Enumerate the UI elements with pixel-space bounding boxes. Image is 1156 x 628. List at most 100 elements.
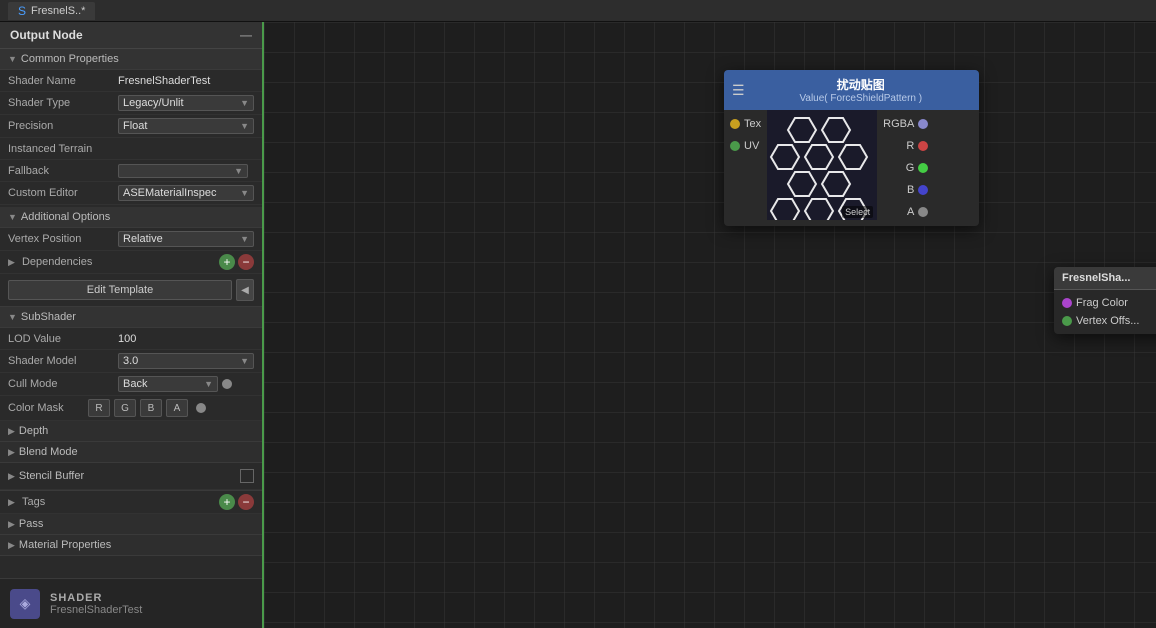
add-tag-button[interactable]: + xyxy=(219,494,235,510)
vertex-position-dropdown[interactable]: Relative ▼ xyxy=(118,231,254,247)
fallback-arrow: ▼ xyxy=(234,166,243,176)
stencil-buffer-checkbox[interactable] xyxy=(240,469,254,483)
depth-label: Depth xyxy=(19,425,48,437)
a-port-dot[interactable] xyxy=(918,207,928,217)
tags-label: ▶ Tags xyxy=(8,496,219,508)
stencil-buffer-label: Stencil Buffer xyxy=(19,470,84,482)
custom-editor-arrow: ▼ xyxy=(240,188,249,198)
texture-node-header: ☰ 扰动贴图 Value( ForceShieldPattern ) xyxy=(724,70,979,110)
tags-text: Tags xyxy=(22,496,45,508)
stencil-buffer-header[interactable]: ▶ Stencil Buffer xyxy=(8,466,240,486)
cull-mode-dropdown[interactable]: Back ▼ xyxy=(118,376,218,392)
r-port-dot[interactable] xyxy=(918,141,928,151)
vertex-position-arrow: ▼ xyxy=(240,234,249,244)
precision-dropdown[interactable]: Float ▼ xyxy=(118,118,254,134)
tags-row: ▶ Tags + − xyxy=(0,491,262,514)
fresnel-node-title: FresnelSha... xyxy=(1062,272,1130,284)
precision-label: Precision xyxy=(8,120,118,132)
dependencies-row: ▶ Dependencies + − xyxy=(0,251,262,274)
material-properties-label: Material Properties xyxy=(19,539,111,551)
remove-tag-button[interactable]: − xyxy=(238,494,254,510)
a-port-row: A xyxy=(901,204,934,220)
color-mask-b-button[interactable]: B xyxy=(140,399,162,417)
stencil-buffer-section: ▶ Stencil Buffer xyxy=(0,463,262,491)
vertex-position-value: Relative xyxy=(123,233,163,245)
cull-mode-row: Cull Mode Back ▼ xyxy=(0,373,262,396)
rgba-port-dot[interactable] xyxy=(918,119,928,129)
shader-type-row: Shader Type Legacy/Unlit ▼ xyxy=(0,92,262,115)
output-node-title: Output Node xyxy=(10,28,83,42)
color-mask-r-button[interactable]: R xyxy=(88,399,110,417)
shader-name-label: Shader Name xyxy=(8,75,118,87)
lod-value-row: LOD Value 100 xyxy=(0,328,262,350)
g-port-row: G xyxy=(900,160,935,176)
edit-template-arrow-button[interactable]: ◀ xyxy=(236,279,254,301)
rgba-port-label: RGBA xyxy=(883,118,914,130)
shader-type-label: Shader Type xyxy=(8,97,118,109)
color-mask-dot[interactable] xyxy=(196,403,206,413)
output-node-header: Output Node — xyxy=(0,22,262,49)
shader-model-arrow: ▼ xyxy=(240,356,249,366)
custom-editor-value: ASEMaterialInspec xyxy=(123,187,217,199)
cull-mode-dot[interactable] xyxy=(222,379,232,389)
left-panel: Output Node — ▼ Common Properties Shader… xyxy=(0,22,264,628)
b-port-dot[interactable] xyxy=(918,185,928,195)
dependencies-text: Dependencies xyxy=(22,256,92,268)
shader-name-row: Shader Name FresnelShaderTest xyxy=(0,70,262,92)
tex-port-dot[interactable] xyxy=(730,119,740,129)
blend-mode-header[interactable]: ▶ Blend Mode xyxy=(0,442,262,462)
shader-type-dropdown[interactable]: Legacy/Unlit ▼ xyxy=(118,95,254,111)
g-port-dot[interactable] xyxy=(918,163,928,173)
material-properties-arrow: ▶ xyxy=(8,540,15,551)
shader-model-dropdown[interactable]: 3.0 ▼ xyxy=(118,353,254,369)
color-mask-g-button[interactable]: G xyxy=(114,399,136,417)
vertex-offset-port-dot[interactable] xyxy=(1062,316,1072,326)
shader-name-value: FresnelShaderTest xyxy=(118,75,254,87)
texture-select-label[interactable]: Select xyxy=(842,206,873,218)
pass-header[interactable]: ▶ Pass xyxy=(0,514,262,534)
texture-preview: Select xyxy=(767,110,877,220)
vertex-position-row: Vertex Position Relative ▼ xyxy=(0,228,262,251)
edit-template-button[interactable]: Edit Template xyxy=(8,280,232,300)
color-mask-a-button[interactable]: A xyxy=(166,399,188,417)
panel-content: ▼ Common Properties Shader Name FresnelS… xyxy=(0,49,262,578)
texture-node-body: Tex UV xyxy=(724,110,979,226)
subshader-header[interactable]: ▼ SubShader xyxy=(0,307,262,328)
custom-editor-label: Custom Editor xyxy=(8,187,118,199)
subshader-arrow: ▼ xyxy=(8,312,17,322)
material-properties-header[interactable]: ▶ Material Properties xyxy=(0,535,262,555)
frag-color-port-dot[interactable] xyxy=(1062,298,1072,308)
depth-section: ▶ Depth xyxy=(0,421,262,442)
remove-dependency-button[interactable]: − xyxy=(238,254,254,270)
collapse-icon[interactable]: — xyxy=(240,28,252,42)
common-properties-header[interactable]: ▼ Common Properties xyxy=(0,49,262,70)
r-port-label: R xyxy=(906,140,914,152)
uv-port-dot[interactable] xyxy=(730,141,740,151)
precision-value: Float xyxy=(123,120,147,132)
b-port-row: B xyxy=(901,182,934,198)
fallback-label: Fallback xyxy=(8,165,118,177)
window-tab[interactable]: S FresnelS..* xyxy=(8,2,95,20)
add-dependency-button[interactable]: + xyxy=(219,254,235,270)
additional-options-header[interactable]: ▼ Additional Options xyxy=(0,207,262,228)
material-properties-section: ▶ Material Properties xyxy=(0,535,262,556)
tab-label: FresnelS..* xyxy=(31,5,85,17)
main-layout: Output Node — ▼ Common Properties Shader… xyxy=(0,22,1156,628)
canvas-grid xyxy=(264,22,1156,628)
rgba-port-row: RGBA xyxy=(877,116,934,132)
tab-icon: S xyxy=(18,4,26,18)
cull-mode-label: Cull Mode xyxy=(8,378,118,390)
texture-node-right-ports: RGBA R G B A xyxy=(877,110,940,226)
fallback-dropdown[interactable]: ▼ xyxy=(118,164,248,178)
vertex-offset-port-label: Vertex Offs... xyxy=(1076,315,1139,327)
shader-type-label: SHADER xyxy=(50,592,142,604)
texture-node-menu-icon[interactable]: ☰ xyxy=(732,82,745,99)
fallback-row: Fallback ▼ xyxy=(0,160,262,182)
vertex-offset-port-row: Vertex Offs... xyxy=(1054,312,1156,330)
custom-editor-dropdown[interactable]: ASEMaterialInspec ▼ xyxy=(118,185,254,201)
dependencies-buttons: + − xyxy=(219,254,254,270)
tex-port-label: Tex xyxy=(744,118,761,130)
texture-node-title-area: 扰动贴图 Value( ForceShieldPattern ) xyxy=(751,76,971,104)
canvas-area[interactable]: ● ● ▤ FresnelShaderTest xyxy=(264,22,1156,628)
depth-header[interactable]: ▶ Depth xyxy=(0,421,262,441)
